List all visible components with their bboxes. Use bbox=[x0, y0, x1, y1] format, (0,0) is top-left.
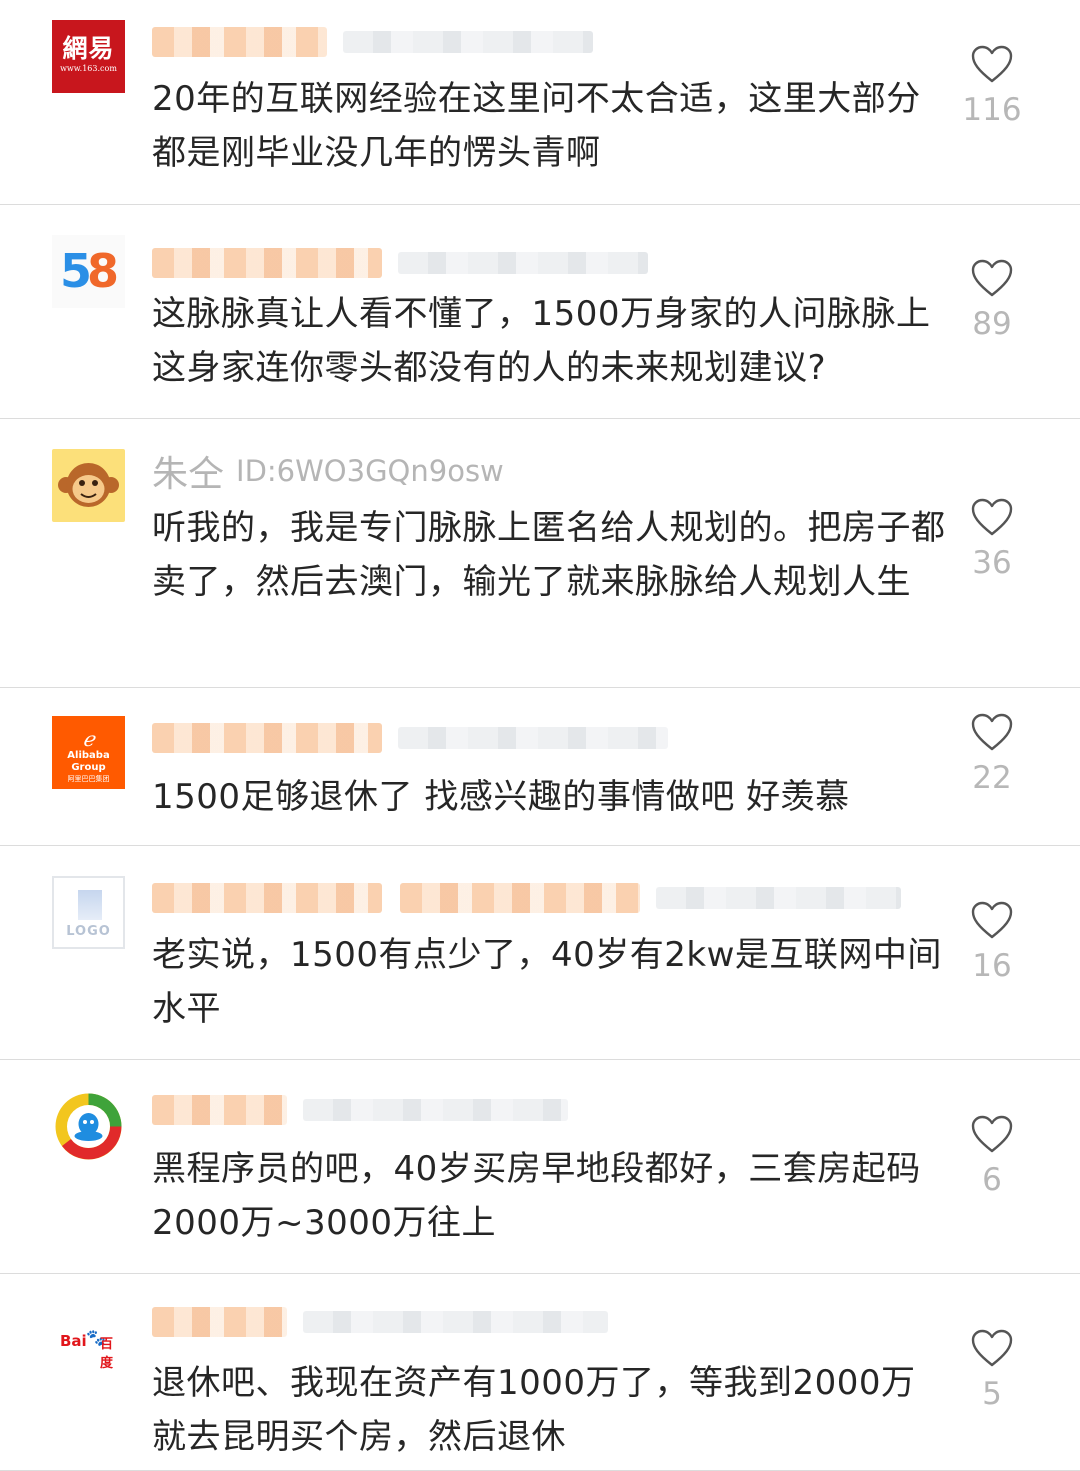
building-icon bbox=[78, 890, 102, 920]
comment-text: 这脉脉真让人看不懂了，1500万身家的人问脉脉上这身家连你零头都没有的人的未来规… bbox=[152, 294, 931, 388]
monkey-face-icon bbox=[58, 463, 119, 507]
like-count: 116 bbox=[962, 92, 1022, 128]
comment-item: ℯ Alibaba Group 阿里巴巴集团 1500足够退休了 找感兴趣的事情… bbox=[0, 688, 1080, 846]
comment-item: 網易 www.163.com 20年的互联网经验在这里问不太合适，这里大部分都是… bbox=[0, 0, 1080, 205]
blurred-id bbox=[343, 31, 593, 53]
blurred-username bbox=[152, 22, 593, 62]
baidu-logo[interactable]: Bai 🐾 百度 bbox=[52, 1304, 125, 1377]
comment-text: 听我的，我是专门脉脉上匿名给人规划的。把房子都卖了，然后去澳门，输光了就来脉脉给… bbox=[152, 508, 946, 602]
heart-outline-icon bbox=[971, 259, 1013, 297]
heart-outline-icon bbox=[971, 1115, 1013, 1153]
blurred-username bbox=[152, 1302, 608, 1342]
like-button[interactable]: 5 bbox=[962, 1328, 1022, 1414]
user-id: ID:6WO3GQn9osw bbox=[236, 454, 504, 488]
comment-item: LOGO 老实说，1500有点少了，40岁有2kw是互联网中间水平 16 bbox=[0, 846, 1080, 1060]
like-button[interactable]: 116 bbox=[962, 44, 1022, 130]
netease-logo[interactable]: 網易 www.163.com bbox=[52, 20, 125, 93]
blurred-name bbox=[152, 1307, 287, 1337]
comment-text: 老实说，1500有点少了，40岁有2kw是互联网中间水平 bbox=[152, 935, 942, 1029]
like-count: 16 bbox=[972, 948, 1012, 984]
like-button[interactable]: 16 bbox=[962, 900, 1022, 986]
blurred-username bbox=[152, 1090, 568, 1130]
heart-outline-icon bbox=[971, 498, 1013, 536]
like-count: 5 bbox=[982, 1376, 1002, 1412]
comment-text: 1500足够退休了 找感兴趣的事情做吧 好羡慕 bbox=[152, 777, 850, 817]
tencent-news-icon bbox=[55, 1093, 122, 1160]
username[interactable]: 朱仝 bbox=[152, 445, 224, 497]
blurred-username bbox=[152, 243, 648, 283]
like-button[interactable]: 36 bbox=[962, 497, 1022, 583]
like-button[interactable]: 89 bbox=[962, 258, 1022, 344]
blurred-id bbox=[398, 727, 668, 749]
blurred-id bbox=[398, 252, 648, 274]
comment-item: 5 8 这脉脉真让人看不懂了，1500万身家的人问脉脉上这身家连你零头都没有的人… bbox=[0, 205, 1080, 419]
user-info: 朱仝 ID:6WO3GQn9osw bbox=[152, 451, 504, 495]
comment-item: 朱仝 ID:6WO3GQn9osw 听我的，我是专门脉脉上匿名给人规划的。把房子… bbox=[0, 419, 1080, 688]
blurred-id bbox=[303, 1311, 608, 1333]
blurred-id bbox=[656, 887, 901, 909]
blurred-name bbox=[152, 883, 382, 913]
like-count: 36 bbox=[972, 545, 1012, 581]
heart-outline-icon bbox=[971, 1329, 1013, 1367]
like-button[interactable]: 22 bbox=[962, 712, 1022, 798]
generic-logo[interactable]: LOGO bbox=[52, 876, 125, 949]
comment-item: 黑程序员的吧，40岁买房早地段都好，三套房起码2000万~3000万往上 6 bbox=[0, 1060, 1080, 1274]
blurred-username bbox=[152, 878, 901, 918]
comment-text: 黑程序员的吧，40岁买房早地段都好，三套房起码2000万~3000万往上 bbox=[152, 1149, 921, 1243]
58-logo[interactable]: 5 8 bbox=[52, 235, 125, 308]
alibaba-logo[interactable]: ℯ Alibaba Group 阿里巴巴集团 bbox=[52, 716, 125, 789]
blurred-name bbox=[152, 248, 382, 278]
heart-outline-icon bbox=[971, 45, 1013, 83]
blurred-id bbox=[303, 1099, 568, 1121]
blurred-username bbox=[152, 718, 668, 758]
heart-outline-icon bbox=[971, 713, 1013, 751]
alibaba-mark-icon: ℯ bbox=[82, 727, 95, 751]
like-button[interactable]: 6 bbox=[962, 1114, 1022, 1200]
comment-item: Bai 🐾 百度 退休吧、我现在资产有1000万了，等我到2000万就去昆明买个… bbox=[0, 1274, 1080, 1471]
comment-text: 退休吧、我现在资产有1000万了，等我到2000万就去昆明买个房，然后退休 bbox=[152, 1363, 916, 1457]
blurred-name bbox=[152, 723, 382, 753]
like-count: 6 bbox=[982, 1162, 1002, 1198]
like-count: 89 bbox=[972, 306, 1012, 342]
heart-outline-icon bbox=[971, 901, 1013, 939]
blurred-name bbox=[152, 1095, 287, 1125]
blurred-name bbox=[152, 27, 327, 57]
monkey-avatar-icon[interactable] bbox=[52, 449, 125, 522]
comment-text: 20年的互联网经验在这里问不太合适，这里大部分都是刚毕业没几年的愣头青啊 bbox=[152, 79, 921, 173]
like-count: 22 bbox=[972, 760, 1012, 796]
blurred-company bbox=[400, 883, 640, 913]
tencent-news-logo[interactable] bbox=[52, 1090, 125, 1163]
